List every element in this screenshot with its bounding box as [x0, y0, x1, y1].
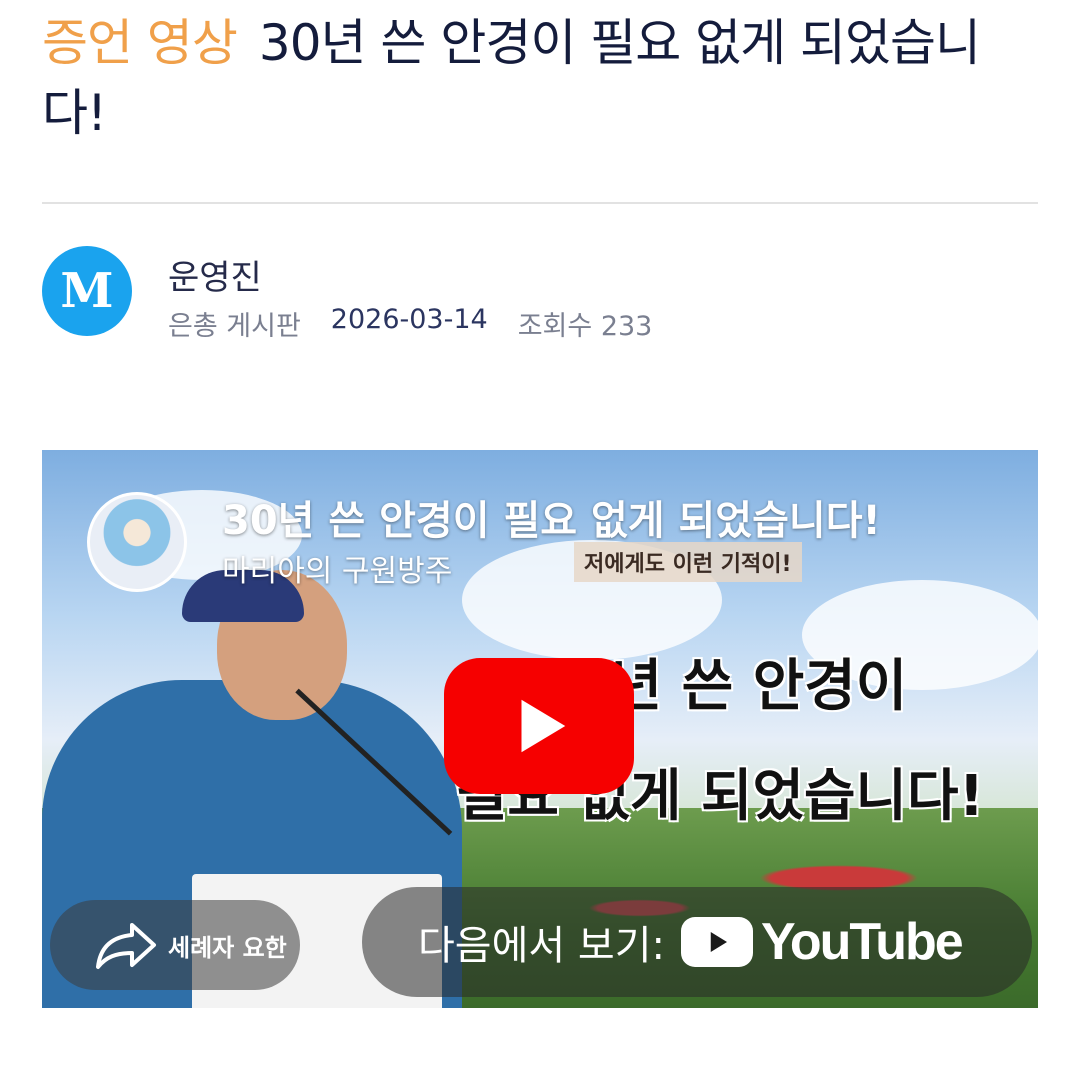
view-count: 조회수 233 — [517, 311, 653, 342]
share-button[interactable]: 세례자 요한 — [50, 900, 300, 990]
post-date: 2026-03-14 — [330, 304, 488, 335]
youtube-logo: YouTube — [681, 912, 964, 972]
avatar[interactable]: M — [42, 246, 132, 336]
post-title: 증언 영상 30년 쓴 안경이 필요 없게 되었습니다! — [42, 8, 1042, 148]
youtube-icon — [681, 917, 753, 967]
post-meta: 은총 게시판 2026-03-14 조회수 233 — [168, 304, 652, 343]
play-button[interactable] — [444, 658, 634, 794]
channel-avatar[interactable] — [87, 492, 187, 592]
post-category[interactable]: 증언 영상 — [42, 14, 238, 72]
video-embed[interactable]: 30년 쓴 안경이 필요 없게 되었습니다! 저에게도 이런 기적이! 30년 … — [42, 450, 1038, 1008]
board-name[interactable]: 은총 게시판 — [168, 304, 301, 343]
watch-on-label: 다음에서 보기: — [418, 923, 665, 969]
divider — [42, 202, 1038, 204]
author-name[interactable]: 운영진 — [168, 250, 262, 299]
video-title[interactable]: 30년 쓴 안경이 필요 없게 되었습니다! — [222, 488, 1022, 546]
share-icon — [96, 923, 156, 969]
play-icon — [521, 699, 566, 753]
youtube-wordmark: YouTube — [761, 913, 964, 971]
watch-on-youtube-button[interactable]: 다음에서 보기: YouTube — [362, 887, 1032, 997]
share-label: 세례자 요한 — [168, 933, 287, 962]
thumbnail-sticker: 저에게도 이런 기적이! — [574, 542, 802, 582]
video-channel[interactable]: 마리아의 구원방주 — [222, 546, 452, 590]
